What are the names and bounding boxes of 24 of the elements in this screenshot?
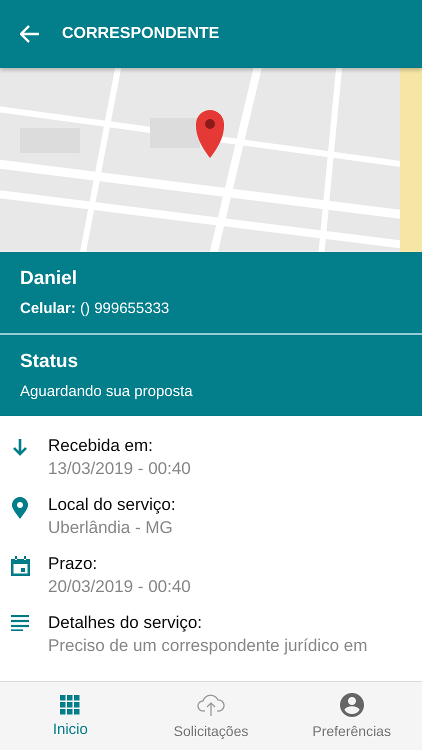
calendar-icon bbox=[10, 556, 30, 576]
status-title: Status bbox=[20, 351, 80, 373]
nav-tab[interactable]: Solicitações bbox=[140, 682, 282, 750]
grid-icon bbox=[60, 694, 80, 714]
arrow-down-icon bbox=[12, 438, 28, 456]
cloud-upload-icon bbox=[197, 693, 225, 717]
text-lines-icon bbox=[11, 615, 29, 631]
detail-label: Detalhes do serviço: bbox=[48, 613, 204, 633]
detail-value: 13/03/2019 - 00:40 bbox=[48, 459, 191, 479]
contact-name: Daniel bbox=[20, 268, 78, 290]
location-pin-icon bbox=[12, 497, 28, 519]
detail-value: 20/03/2019 - 00:40 bbox=[48, 577, 191, 597]
back-arrow-icon bbox=[20, 25, 40, 43]
status-text: Aguardando sua proposta bbox=[20, 383, 194, 400]
detail-label: Recebida em: bbox=[48, 436, 154, 456]
detail-label: Prazo: bbox=[48, 554, 98, 574]
back-button[interactable] bbox=[20, 25, 40, 43]
nav-tab[interactable]: Inicio bbox=[0, 682, 141, 750]
nav-tab[interactable]: Preferências bbox=[281, 682, 422, 750]
detail-value: Preciso de um correspondente jurídico em bbox=[48, 636, 368, 656]
detail-label: Local do serviço: bbox=[48, 495, 176, 515]
detail-value: Uberlândia - MG bbox=[48, 518, 174, 538]
screen-title: CORRESPONDENTE bbox=[62, 25, 220, 43]
phone-text: Celular: () 999655333 bbox=[20, 300, 170, 317]
